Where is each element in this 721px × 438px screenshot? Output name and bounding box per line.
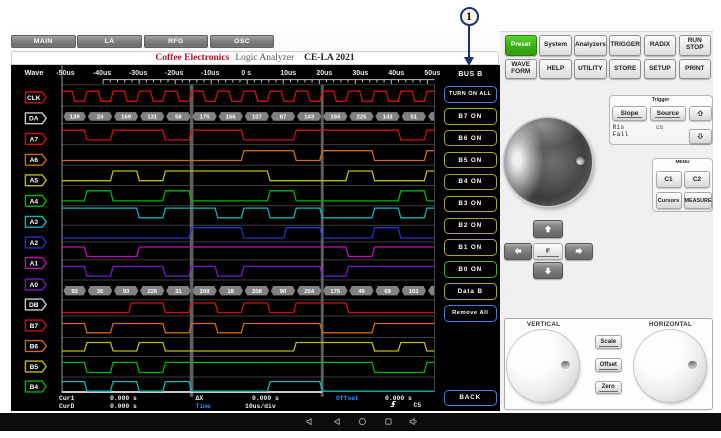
- svg-text:254: 254: [304, 289, 315, 295]
- svg-text:143: 143: [304, 115, 315, 121]
- svg-text:131: 131: [147, 115, 158, 121]
- svg-text:0.000 s: 0.000 s: [110, 395, 137, 402]
- svg-text:ΔX: ΔX: [196, 395, 204, 402]
- svg-text:0.000 s: 0.000 s: [252, 395, 279, 402]
- svg-text:225: 225: [357, 115, 368, 121]
- svg-text:-30us: -30us: [129, 70, 147, 77]
- svg-text:209: 209: [200, 289, 211, 295]
- svg-text:-20us: -20us: [165, 70, 183, 77]
- svg-text:A5: A5: [30, 178, 39, 185]
- svg-text:Wave: Wave: [25, 68, 44, 77]
- svg-text:-40us: -40us: [93, 70, 111, 77]
- svg-text:90: 90: [280, 289, 287, 295]
- svg-text:226: 226: [147, 289, 158, 295]
- svg-text:0.000 s: 0.000 s: [385, 395, 412, 402]
- svg-text:Time: Time: [196, 403, 212, 410]
- svg-text:B7: B7: [30, 323, 39, 330]
- svg-text:0.000 s: 0.000 s: [110, 403, 137, 410]
- svg-text:B5: B5: [30, 364, 39, 371]
- svg-text:93: 93: [123, 289, 130, 295]
- svg-text:166: 166: [226, 115, 237, 121]
- svg-text:20us: 20us: [316, 70, 332, 77]
- svg-text:A4: A4: [30, 198, 39, 205]
- svg-text:51: 51: [411, 115, 418, 121]
- svg-text:A0: A0: [30, 282, 39, 289]
- svg-text:10us: 10us: [280, 70, 296, 77]
- svg-text:CurD: CurD: [59, 403, 75, 410]
- svg-text:58: 58: [175, 115, 182, 121]
- svg-text:Offset: Offset: [336, 395, 359, 402]
- svg-text:50us: 50us: [424, 70, 440, 77]
- svg-text:-10us: -10us: [201, 70, 219, 77]
- svg-text:Cur1: Cur1: [59, 395, 75, 402]
- svg-text:30us: 30us: [352, 70, 368, 77]
- svg-text:92: 92: [71, 289, 78, 295]
- svg-text:A2: A2: [30, 240, 39, 247]
- svg-text:40us: 40us: [388, 70, 404, 77]
- svg-text:A1: A1: [30, 260, 39, 267]
- svg-text:176: 176: [330, 289, 341, 295]
- svg-text:A3: A3: [30, 219, 39, 226]
- svg-text:194: 194: [330, 115, 341, 121]
- svg-text:69: 69: [384, 289, 391, 295]
- svg-text:107: 107: [252, 115, 263, 121]
- svg-text:DA: DA: [29, 116, 39, 123]
- svg-text:10us/div: 10us/div: [245, 403, 276, 410]
- svg-text:24: 24: [97, 115, 104, 121]
- svg-text:208: 208: [252, 289, 263, 295]
- svg-text:143: 143: [383, 115, 394, 121]
- svg-text:175: 175: [200, 115, 211, 121]
- svg-text:B4: B4: [30, 384, 39, 391]
- svg-text:18: 18: [227, 289, 234, 295]
- svg-text:139: 139: [70, 115, 81, 121]
- svg-text:101: 101: [409, 289, 420, 295]
- svg-text:31: 31: [175, 289, 182, 295]
- svg-text:CLK: CLK: [27, 95, 41, 102]
- svg-text:C5: C5: [414, 402, 422, 409]
- svg-text:169: 169: [121, 115, 132, 121]
- svg-text:DB: DB: [29, 302, 39, 309]
- svg-text:-50us: -50us: [56, 70, 74, 77]
- svg-text:87: 87: [280, 115, 287, 121]
- svg-text:0 s: 0 s: [241, 70, 251, 77]
- svg-text:A6: A6: [30, 157, 39, 164]
- svg-text:35: 35: [97, 289, 104, 295]
- svg-text:B6: B6: [30, 343, 39, 350]
- svg-text:49: 49: [358, 289, 365, 295]
- svg-text:A7: A7: [30, 136, 39, 143]
